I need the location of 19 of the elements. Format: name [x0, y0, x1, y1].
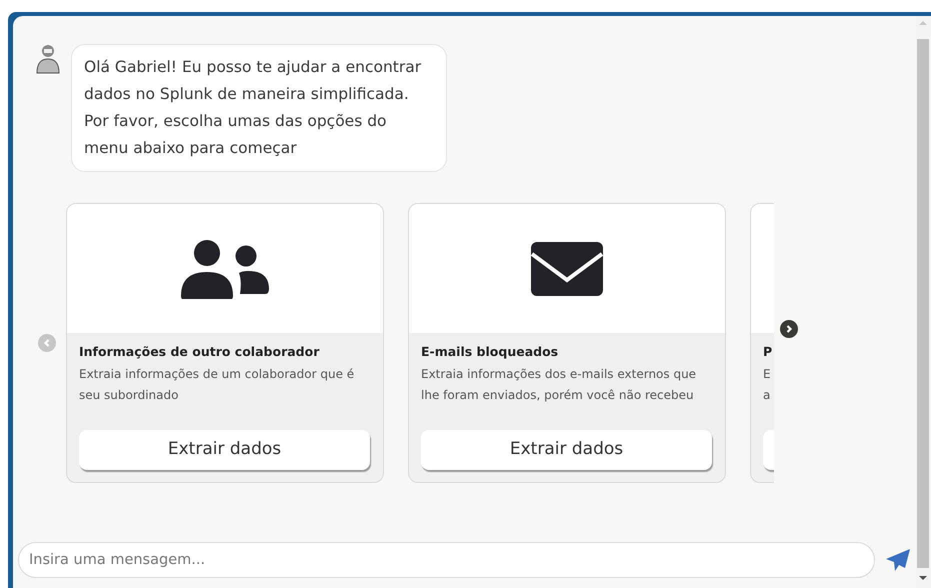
card-title: P — [763, 343, 774, 361]
send-button[interactable] — [885, 548, 911, 572]
card-description: a — [763, 386, 770, 404]
next-button[interactable] — [780, 320, 798, 338]
extract-button[interactable]: Extrair dados — [79, 430, 370, 470]
card-description: E — [763, 366, 771, 383]
extract-button[interactable]: Extrair dados — [421, 430, 712, 470]
bot-avatar-icon — [35, 44, 61, 74]
card-title: Informações de outro colaborador — [79, 343, 320, 361]
bot-message: Olá Gabriel! Eu posso te ajudar a encontrar dados no Splunk de maneira simplificada. Por favor, escolha umas das opções do menu abaixo para começar — [71, 44, 447, 172]
card-description: Extraia informações dos e-mails externos que lhe foram enviados, porém você não recebeu — [421, 366, 698, 404]
chevron-left-icon — [42, 338, 52, 348]
message-input[interactable]: Insira uma mensagem... — [18, 542, 875, 578]
card-title: E-mails bloqueados — [421, 343, 560, 361]
envelope-icon — [531, 242, 603, 296]
card-description: Extraia informações de um colaborador que é seu subordinado — [79, 366, 356, 404]
scrollbar[interactable] — [915, 16, 931, 588]
people-icon — [180, 238, 270, 298]
chevron-right-icon — [784, 324, 794, 334]
